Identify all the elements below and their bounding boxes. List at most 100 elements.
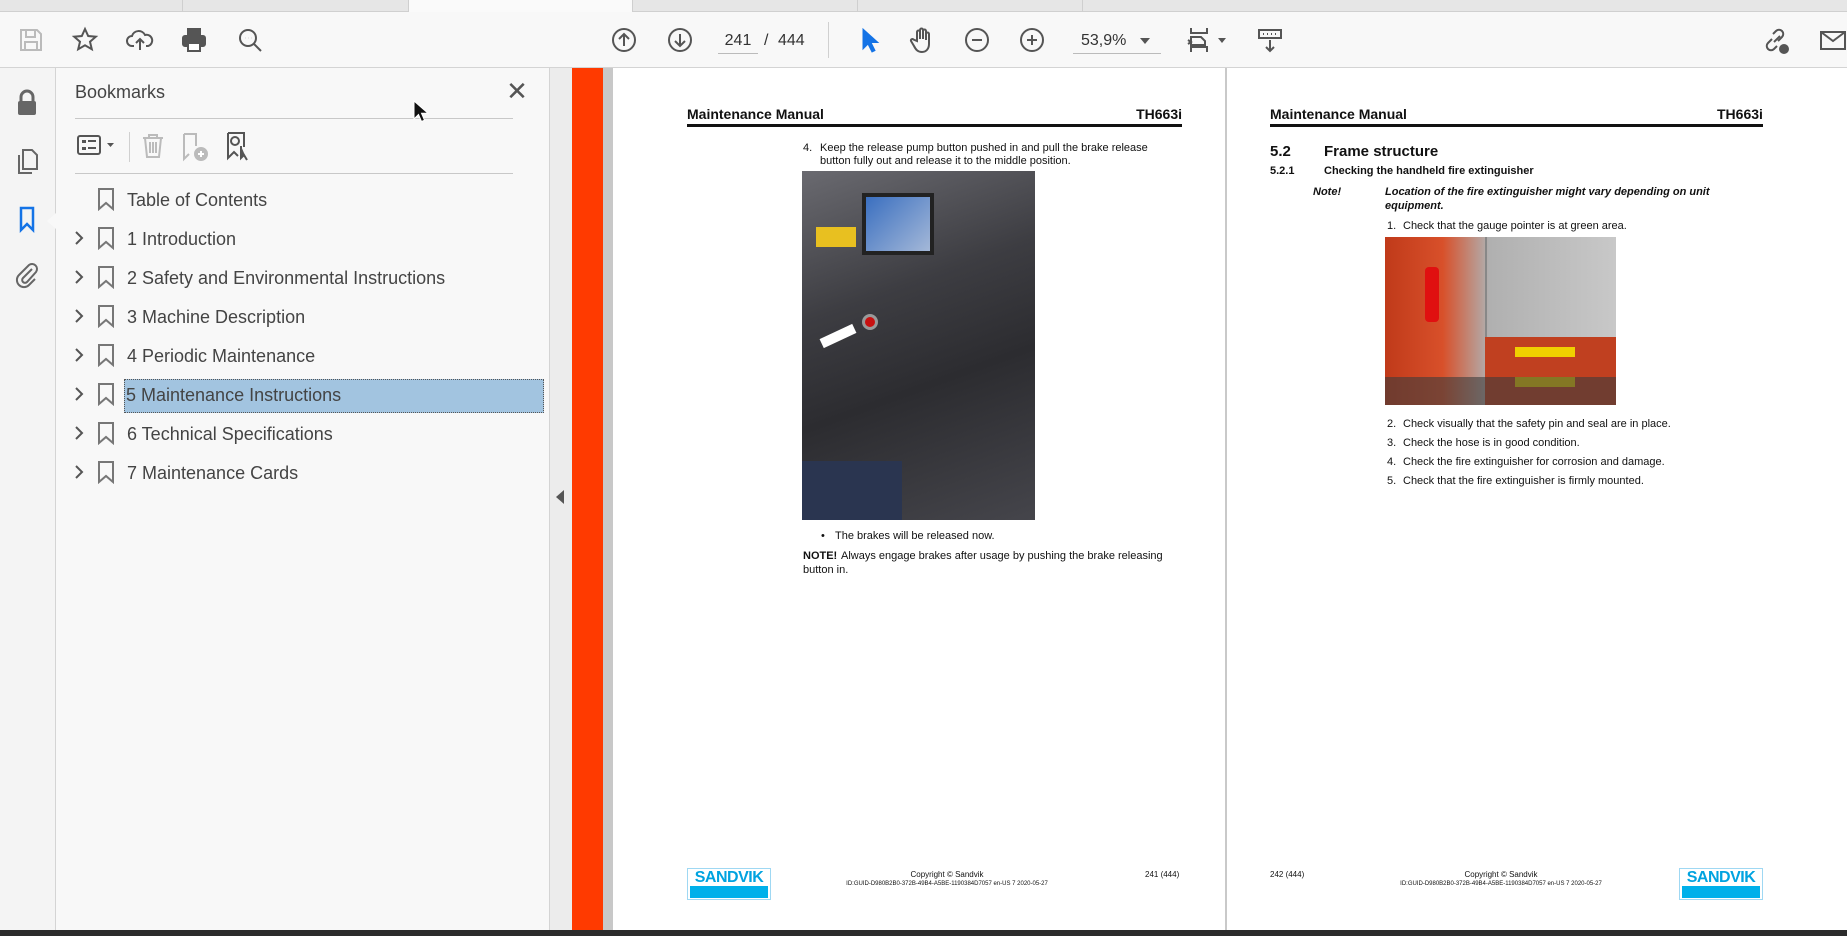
page-number: 242 (444) — [1270, 870, 1305, 879]
bullet-text: The brakes will be released now. — [835, 530, 995, 542]
share-link-icon[interactable] — [1760, 24, 1792, 56]
chevron-right-icon[interactable] — [72, 346, 86, 364]
panel-title: Bookmarks — [75, 82, 166, 102]
bookmark-item[interactable]: 3 Machine Description — [56, 297, 550, 336]
delete-bookmark-icon[interactable] — [138, 131, 168, 161]
active-indicator — [47, 213, 56, 229]
note-text: button in. — [803, 564, 849, 576]
chevron-right-icon[interactable] — [72, 229, 86, 247]
step-text: Check the fire extinguisher for corrosio… — [1403, 456, 1665, 468]
tab[interactable] — [858, 0, 1083, 12]
zoom-out-icon[interactable] — [961, 24, 993, 56]
tab[interactable] — [633, 0, 858, 12]
bookmark-item[interactable]: 7 Maintenance Cards — [56, 453, 550, 492]
note-text: equipment. — [1385, 200, 1444, 212]
lock-icon[interactable] — [12, 88, 42, 118]
zoom-dropdown-icon[interactable] — [1140, 38, 1150, 44]
save-icon[interactable] — [15, 24, 47, 56]
bookmark-icon — [98, 305, 114, 328]
bookmark-item[interactable]: Table of Contents — [56, 180, 550, 219]
bookmark-label: 3 Machine Description — [127, 307, 306, 327]
step-text: Check that the fire extinguisher is firm… — [1403, 475, 1644, 487]
sandvik-logo: SANDVIK — [1679, 868, 1763, 900]
bookmark-item[interactable]: 2 Safety and Environmental Instructions — [56, 258, 550, 297]
scroll-mode-icon[interactable] — [1254, 24, 1286, 56]
bookmarks-icon[interactable] — [12, 204, 42, 234]
doc-id-text: ID:GUID-D980B2B0-372B-49B4-A5BE-1190384D… — [846, 881, 1048, 887]
email-icon[interactable] — [1816, 24, 1847, 56]
pdf-page-242: Maintenance Manual TH663i 5.2 Frame stru… — [1227, 68, 1847, 930]
panel-splitter[interactable] — [550, 68, 572, 930]
tab[interactable] — [183, 0, 409, 12]
page-number-input[interactable]: 241 — [718, 28, 758, 54]
bookmark-item[interactable]: 1 Introduction — [56, 219, 550, 258]
fit-page-icon[interactable] — [1183, 24, 1215, 56]
arrow-marker — [819, 323, 857, 349]
bookmark-icon — [98, 188, 114, 211]
attachment-icon[interactable] — [12, 260, 42, 290]
ground — [1385, 377, 1616, 405]
extinguisher — [1425, 267, 1439, 322]
toolbar-divider — [828, 22, 829, 58]
bookmark-icon — [98, 227, 114, 250]
pages-icon[interactable] — [12, 146, 42, 176]
chevron-right-icon[interactable] — [72, 463, 86, 481]
add-bookmark-icon[interactable] — [179, 131, 211, 163]
header-rule — [687, 124, 1182, 127]
select-cursor-icon[interactable] — [852, 24, 884, 56]
bookmark-label: 5 Maintenance Instructions — [124, 379, 544, 413]
section-title: Frame structure — [1324, 143, 1439, 160]
divider — [75, 173, 513, 174]
upload-cloud-icon[interactable] — [124, 24, 156, 56]
step-text: Check the hose is in good condition. — [1403, 437, 1580, 449]
print-icon[interactable] — [178, 24, 210, 56]
tab[interactable] — [0, 0, 183, 12]
tagged-bookmark-icon[interactable] — [223, 130, 255, 162]
step-number: 4. — [1387, 456, 1397, 468]
step-text: Keep the release pump button pushed in a… — [820, 142, 1148, 154]
note-text: Always engage brakes after usage by push… — [841, 550, 1163, 562]
fire-extinguisher-photo — [1385, 237, 1616, 405]
hand-tool-icon[interactable] — [906, 24, 938, 56]
total-pages: 444 — [778, 32, 805, 49]
step-number: 4. — [803, 142, 813, 154]
zoom-in-icon[interactable] — [1016, 24, 1048, 56]
chevron-right-icon[interactable] — [72, 424, 86, 442]
page-edge — [572, 68, 603, 930]
tab-strip — [0, 0, 1847, 12]
collapse-panel-icon[interactable] — [556, 490, 564, 504]
next-page-icon[interactable] — [664, 24, 696, 56]
bookmark-star-icon[interactable] — [69, 24, 101, 56]
close-icon[interactable]: ✕ — [504, 78, 530, 104]
bookmarks-panel: Bookmarks ✕ Table of Contents 1 Introduct… — [56, 68, 550, 930]
chevron-right-icon[interactable] — [72, 307, 86, 325]
logo-text: SANDVIK — [1686, 869, 1756, 886]
bookmark-item[interactable]: 5 Maintenance Instructions — [56, 375, 550, 414]
bookmark-item[interactable]: 6 Technical Specifications — [56, 414, 550, 453]
panel-line — [1485, 237, 1487, 337]
logo-text: SANDVIK — [694, 869, 764, 886]
options-menu-button[interactable] — [76, 131, 124, 161]
bookmark-icon — [98, 383, 114, 406]
header-model: TH663i — [1136, 106, 1182, 122]
display-screen — [862, 193, 934, 255]
brake-release-button — [862, 314, 878, 330]
fit-dropdown-icon[interactable] — [1218, 38, 1226, 43]
find-zoom-icon[interactable] — [234, 24, 266, 56]
previous-page-icon[interactable] — [608, 24, 640, 56]
chevron-right-icon[interactable] — [72, 268, 86, 286]
step-text: Check that the gauge pointer is at green… — [1403, 220, 1627, 232]
bookmark-icon — [98, 461, 114, 484]
bullet: • — [821, 530, 825, 542]
chevron-right-icon[interactable] — [72, 385, 86, 403]
bookmark-item[interactable]: 4 Periodic Maintenance — [56, 336, 550, 375]
step-yellow — [1515, 347, 1575, 357]
warning-label — [816, 227, 856, 247]
header-model: TH663i — [1717, 106, 1763, 122]
tab-active[interactable] — [409, 0, 633, 12]
jeans-area — [802, 461, 902, 520]
step-number: 2. — [1387, 418, 1397, 430]
header-title: Maintenance Manual — [687, 106, 824, 122]
step-number: 1. — [1387, 220, 1397, 232]
brake-panel-photo — [802, 171, 1035, 520]
